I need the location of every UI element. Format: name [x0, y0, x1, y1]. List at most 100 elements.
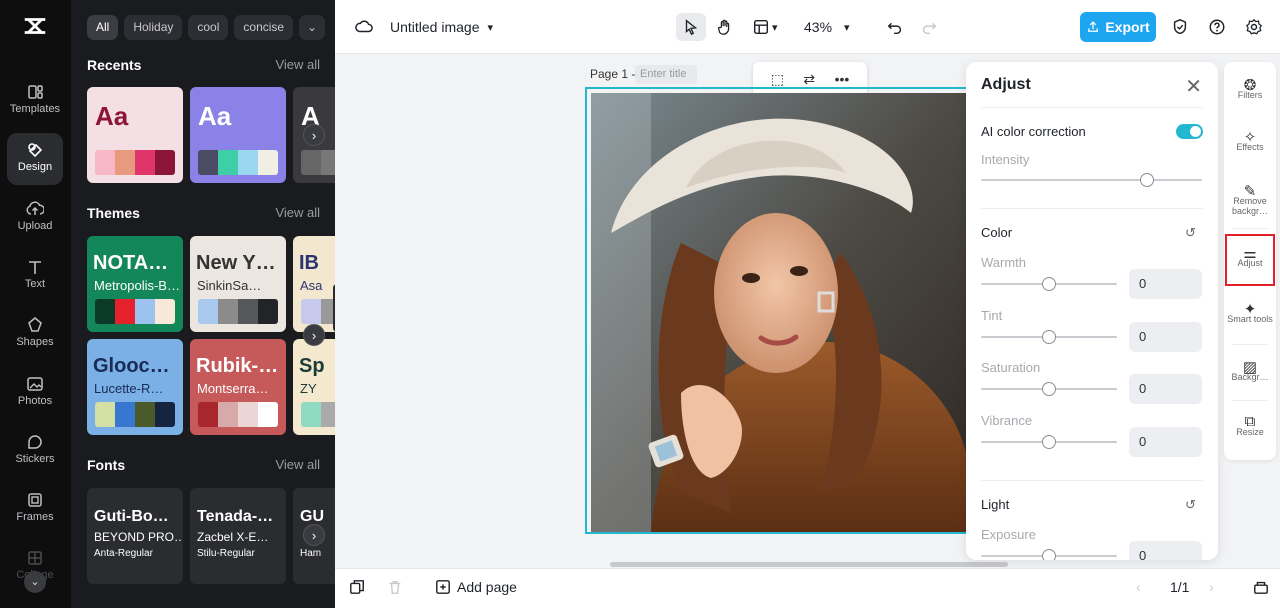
slider-knob[interactable] — [1139, 173, 1154, 187]
ai-color-correction-toggle[interactable] — [1176, 124, 1203, 139]
photos-icon — [7, 367, 63, 393]
tint-slider[interactable] — [981, 329, 1117, 344]
rail-item-upload[interactable]: Upload — [7, 192, 63, 244]
intensity-slider[interactable] — [981, 173, 1202, 187]
tool-filters[interactable]: ❂ Filters — [1225, 68, 1275, 120]
slider-knob[interactable] — [1042, 382, 1056, 396]
document-title[interactable]: Untitled image ▾ — [390, 13, 493, 41]
tool-backgr[interactable]: ▨ Backgr… — [1225, 350, 1275, 402]
style-preview-text: Aa — [95, 101, 129, 131]
replace-icon[interactable]: ⇄ — [803, 71, 815, 88]
top-bar: Untitled image ▾ ▾ 43% ▾ Export — [335, 0, 1280, 54]
rail-item-label: Frames — [16, 511, 54, 524]
font-pair-card[interactable]: Tenada-… Zacbel X-E… Stilu-Regular — [190, 488, 286, 584]
select-area-icon[interactable]: ⬚ — [771, 71, 784, 88]
rail-item-shapes[interactable]: Shapes — [7, 308, 63, 360]
rail-item-text[interactable]: Text — [7, 250, 63, 302]
color-swatches — [95, 299, 175, 324]
previous-page-icon[interactable]: ‹ — [1136, 579, 1141, 595]
slider-knob[interactable] — [1042, 549, 1056, 560]
theme-card[interactable]: IB Asa — [293, 236, 335, 332]
more-options-icon[interactable]: ••• — [835, 71, 850, 87]
recent-style-card[interactable]: Aa — [87, 87, 183, 183]
settings-button[interactable] — [1245, 13, 1263, 41]
layout-menu-button[interactable]: ▾ — [752, 13, 778, 41]
saturation-slider[interactable] — [981, 382, 1117, 396]
cloud-icon[interactable] — [355, 13, 373, 41]
exposure-slider[interactable] — [981, 549, 1117, 560]
color-reset-icon[interactable]: ↺ — [1185, 225, 1196, 241]
filter-chip[interactable]: Holiday — [124, 15, 183, 40]
recent-style-card[interactable]: Aa — [190, 87, 286, 183]
vibrance-slider[interactable] — [981, 434, 1117, 449]
rail-item-templates[interactable]: Templates — [7, 75, 63, 127]
slider-knob[interactable] — [1042, 277, 1056, 291]
hand-tool-button[interactable] — [716, 13, 734, 41]
filter-chip[interactable]: cool — [188, 15, 229, 40]
export-button[interactable]: Export — [1080, 12, 1156, 42]
theme-card[interactable]: Rubik-… Montserra… — [190, 339, 286, 435]
vibrance-value-input[interactable]: 0 — [1129, 426, 1202, 457]
duplicate-page-icon[interactable] — [349, 579, 365, 595]
theme-card[interactable]: NOTA… Metropolis-B… — [87, 236, 183, 332]
rail-item-frames[interactable]: Frames — [7, 483, 63, 535]
fonts-next-icon[interactable]: › — [303, 524, 325, 546]
recents-next-icon[interactable]: › — [303, 124, 325, 146]
filter-chip[interactable]: All — [87, 15, 119, 40]
select-tool-button[interactable] — [676, 13, 706, 41]
chips-more-icon[interactable]: ⌄ — [299, 15, 326, 40]
export-label: Export — [1105, 19, 1150, 35]
themes-next-icon[interactable]: › — [303, 324, 325, 346]
color-swatches — [301, 299, 335, 324]
color-section-label: Color — [981, 225, 1013, 240]
next-page-icon[interactable]: › — [1209, 579, 1214, 595]
slider-knob[interactable] — [1042, 434, 1056, 449]
horizontal-scrollbar[interactable] — [610, 562, 1008, 567]
add-page-button[interactable]: Add page — [435, 579, 517, 595]
theme-card[interactable]: New Y… SinkinSa… — [190, 236, 286, 332]
help-button[interactable] — [1208, 13, 1226, 41]
rail-item-design[interactable]: Design — [7, 133, 63, 186]
tool-smart-tools[interactable]: ✦ Smart tools — [1225, 292, 1275, 344]
undo-button[interactable] — [886, 13, 904, 41]
delete-page-icon[interactable] — [387, 579, 403, 595]
theme-card[interactable]: Sp ZY — [293, 339, 335, 435]
rail-item-photos[interactable]: Photos — [7, 367, 63, 419]
theme-heading-font: IB — [299, 252, 319, 274]
tool-label: Smart tools — [1227, 314, 1273, 324]
warmth-label: Warmth — [981, 255, 1027, 270]
zoom-dropdown-icon[interactable]: ▾ — [844, 13, 850, 41]
shield-button[interactable] — [1171, 13, 1189, 41]
fonts-view-all-link[interactable]: View all — [275, 457, 320, 472]
tool-effects[interactable]: ✧ Effects — [1225, 120, 1275, 172]
warmth-value-input[interactable]: 0 — [1129, 269, 1202, 299]
slider-knob[interactable] — [1042, 329, 1056, 344]
tint-value-input[interactable]: 0 — [1129, 321, 1202, 352]
tool-resize[interactable]: ⧉ Resize — [1225, 405, 1275, 457]
portrait-photo[interactable] — [591, 93, 966, 532]
rail-item-stickers[interactable]: Stickers — [7, 425, 63, 477]
color-swatches — [198, 299, 278, 324]
redo-button[interactable] — [920, 13, 938, 41]
recents-view-all-link[interactable]: View all — [275, 57, 320, 72]
font-pair-card[interactable]: Guti-Bo… BEYOND PRO… Anta-Regular — [87, 488, 183, 584]
capcut-logo-icon[interactable] — [20, 12, 50, 42]
close-icon[interactable]: ✕ — [1185, 74, 1202, 99]
saturation-value-input[interactable]: 0 — [1129, 374, 1202, 404]
filters-icon: ❂ — [1243, 77, 1257, 94]
themes-view-all-link[interactable]: View all — [275, 205, 320, 220]
selected-image-frame[interactable] — [585, 87, 970, 534]
filter-chip[interactable]: concise — [234, 15, 294, 40]
theme-card[interactable]: Glooc… Lucette-R… — [87, 339, 183, 435]
page-title-input[interactable]: Enter title — [635, 65, 697, 84]
stickers-icon — [7, 425, 63, 451]
tool-adjust[interactable]: ⚌ Adjust — [1225, 234, 1275, 286]
light-reset-icon[interactable]: ↺ — [1185, 497, 1196, 513]
collapse-rail-button[interactable]: ⌄ — [24, 571, 46, 593]
warmth-slider[interactable] — [981, 277, 1117, 291]
page-layers-icon[interactable] — [1253, 579, 1269, 595]
tool-remove-backgr[interactable]: ✎ Remove backgr… — [1225, 174, 1275, 226]
font-subheading: BEYOND PRO… — [94, 530, 183, 544]
exposure-value-input[interactable]: 0 — [1129, 541, 1202, 560]
zoom-value[interactable]: 43% — [804, 13, 832, 41]
